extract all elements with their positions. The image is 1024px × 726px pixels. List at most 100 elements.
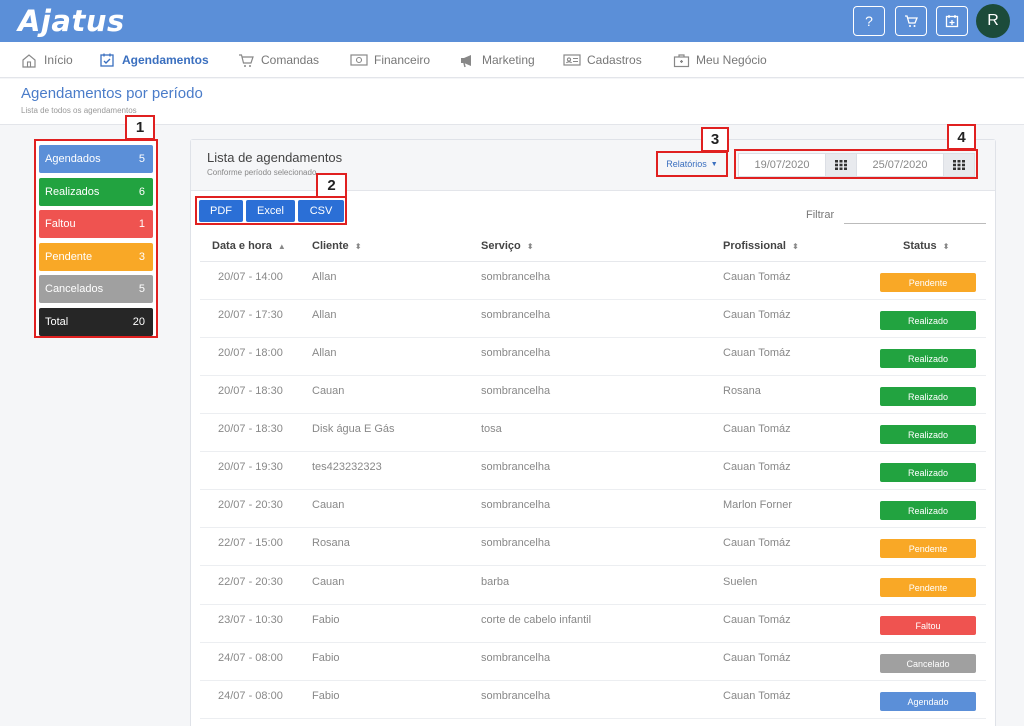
sort-icon: ⬍	[354, 241, 362, 251]
cell-client: Cauan	[312, 385, 345, 397]
stat-pendente[interactable]: Pendente 3	[39, 243, 153, 271]
end-date-calendar-button[interactable]	[943, 153, 975, 177]
date-range-picker: 19/07/2020 25/07/2020	[736, 151, 978, 179]
cell-professional: Cauan Tomáz	[723, 652, 791, 664]
cell-datetime: 24/07 - 08:00	[218, 652, 283, 664]
annotation-marker-2: 2	[316, 173, 347, 198]
column-header-service[interactable]: Serviço ⬍	[481, 240, 533, 252]
end-date-input[interactable]: 25/07/2020	[856, 153, 944, 177]
cell-professional: Cauan Tomáz	[723, 461, 791, 473]
nav-item-comandas[interactable]: Comandas	[237, 42, 319, 78]
table-row[interactable]: 20/07 - 19:30 tes423232323 sombrancelha …	[200, 452, 986, 490]
stat-faltou[interactable]: Faltou 1	[39, 210, 153, 238]
export-excel-button[interactable]: Excel	[246, 200, 295, 222]
column-header-client[interactable]: Cliente ⬍	[312, 240, 361, 252]
nav-label: Meu Negócio	[696, 53, 767, 67]
column-header-datetime[interactable]: Data e hora ▲	[212, 240, 286, 252]
megaphone-icon	[458, 52, 476, 68]
table-row[interactable]: 24/07 - 08:00 Fabio sombrancelha Cauan T…	[200, 681, 986, 719]
cell-service: sombrancelha	[481, 690, 551, 702]
app-logo[interactable]: Ajatus	[18, 4, 125, 38]
cell-client: Rosana	[312, 537, 350, 549]
status-badge: Pendente	[880, 273, 976, 292]
status-badge: Faltou	[880, 616, 976, 635]
cell-professional: Cauan Tomáz	[723, 271, 791, 283]
column-label: Cliente	[312, 240, 349, 252]
sort-icon: ⬍	[526, 241, 534, 251]
stat-label: Pendente	[45, 251, 93, 263]
stat-agendados[interactable]: Agendados 5	[39, 145, 153, 173]
table-row[interactable]: 22/07 - 15:00 Rosana sombrancelha Cauan …	[200, 528, 986, 566]
table-row[interactable]: 20/07 - 18:00 Allan sombrancelha Cauan T…	[200, 338, 986, 376]
calendar-add-button[interactable]	[936, 6, 968, 36]
filter-input[interactable]	[844, 205, 986, 224]
table-row[interactable]: 24/07 - 08:00 Fabio sombrancelha Cauan T…	[200, 643, 986, 681]
cart-icon	[237, 52, 255, 68]
annotation-marker-4: 4	[947, 124, 976, 150]
cart-icon	[905, 15, 918, 27]
status-badge: Realizado	[880, 387, 976, 406]
nav-label: Comandas	[261, 53, 320, 67]
cell-service: sombrancelha	[481, 271, 551, 283]
stat-label: Agendados	[45, 153, 101, 165]
stat-cancelados[interactable]: Cancelados 5	[39, 275, 153, 303]
start-date-input[interactable]: 19/07/2020	[738, 153, 826, 177]
stat-count: 20	[132, 316, 145, 328]
export-pdf-button[interactable]: PDF	[199, 200, 243, 222]
reports-dropdown[interactable]: Relatórios ▼	[658, 153, 726, 175]
column-label: Serviço	[481, 240, 521, 252]
column-header-status[interactable]: Status ⬍	[903, 240, 949, 252]
table-row[interactable]: 20/07 - 14:00 Allan sombrancelha Cauan T…	[200, 262, 986, 300]
cell-service: sombrancelha	[481, 385, 551, 397]
table-row[interactable]: 20/07 - 18:30 Disk água E Gás tosa Cauan…	[200, 414, 986, 452]
grid-calendar-icon	[835, 160, 847, 170]
status-badge: Realizado	[880, 349, 976, 368]
annotation-marker-3: 3	[701, 127, 729, 152]
cell-datetime: 20/07 - 18:30	[218, 385, 283, 397]
column-header-professional[interactable]: Profissional ⬍	[723, 240, 799, 252]
nav-item-cadastros[interactable]: Cadastros	[563, 42, 642, 78]
cell-datetime: 23/07 - 10:30	[218, 614, 283, 626]
annotation-marker-1: 1	[125, 115, 155, 140]
status-badge: Pendente	[880, 578, 976, 597]
table-row[interactable]: 23/07 - 10:30 Fabio corte de cabelo infa…	[200, 605, 986, 643]
cell-professional: Cauan Tomáz	[723, 690, 791, 702]
stat-count: 1	[138, 218, 145, 230]
stat-total[interactable]: Total 20	[39, 308, 153, 336]
top-bar: Ajatus ? R	[0, 0, 1024, 42]
cell-datetime: 20/07 - 17:30	[218, 309, 283, 321]
nav-label: Financeiro	[374, 53, 431, 67]
stat-realizados[interactable]: Realizados 6	[39, 178, 153, 206]
cell-service: barba	[481, 576, 510, 588]
stat-label: Cancelados	[45, 283, 104, 295]
status-badge: Realizado	[880, 501, 976, 520]
status-badge: Agendado	[880, 692, 976, 711]
nav-item-marketing[interactable]: Marketing	[458, 42, 535, 78]
nav-item-agendamentos[interactable]: Agendamentos	[98, 42, 209, 78]
table-row[interactable]: 20/07 - 17:30 Allan sombrancelha Cauan T…	[200, 300, 986, 338]
cell-client: Fabio	[312, 652, 340, 664]
cart-button[interactable]	[895, 6, 927, 36]
money-icon	[350, 52, 368, 68]
table-row[interactable]: 22/07 - 20:30 Cauan barba Suelen Pendent…	[200, 567, 986, 605]
help-button[interactable]: ?	[853, 6, 885, 36]
export-csv-button[interactable]: CSV	[298, 200, 344, 222]
cell-professional: Cauan Tomáz	[723, 423, 791, 435]
cell-datetime: 20/07 - 18:30	[218, 423, 283, 435]
nav-item-meu-negocio[interactable]: Meu Negócio	[672, 42, 767, 78]
nav-label: Cadastros	[587, 53, 642, 67]
reports-label: Relatórios	[666, 159, 707, 169]
cell-datetime: 20/07 - 19:30	[218, 461, 283, 473]
user-avatar[interactable]: R	[976, 4, 1010, 38]
cell-client: Cauan	[312, 499, 345, 511]
cell-service: sombrancelha	[481, 347, 551, 359]
stat-count: 5	[138, 283, 145, 295]
cell-professional: Cauan Tomáz	[723, 309, 791, 321]
table-row[interactable]: 20/07 - 18:30 Cauan sombrancelha Rosana …	[200, 376, 986, 414]
filter-label: Filtrar	[806, 209, 835, 221]
start-date-calendar-button[interactable]	[825, 153, 857, 177]
nav-item-financeiro[interactable]: Financeiro	[350, 42, 430, 78]
table-row[interactable]: 20/07 - 20:30 Cauan sombrancelha Marlon …	[200, 490, 986, 528]
cell-service: sombrancelha	[481, 499, 551, 511]
nav-item-inicio[interactable]: Início	[20, 42, 73, 78]
